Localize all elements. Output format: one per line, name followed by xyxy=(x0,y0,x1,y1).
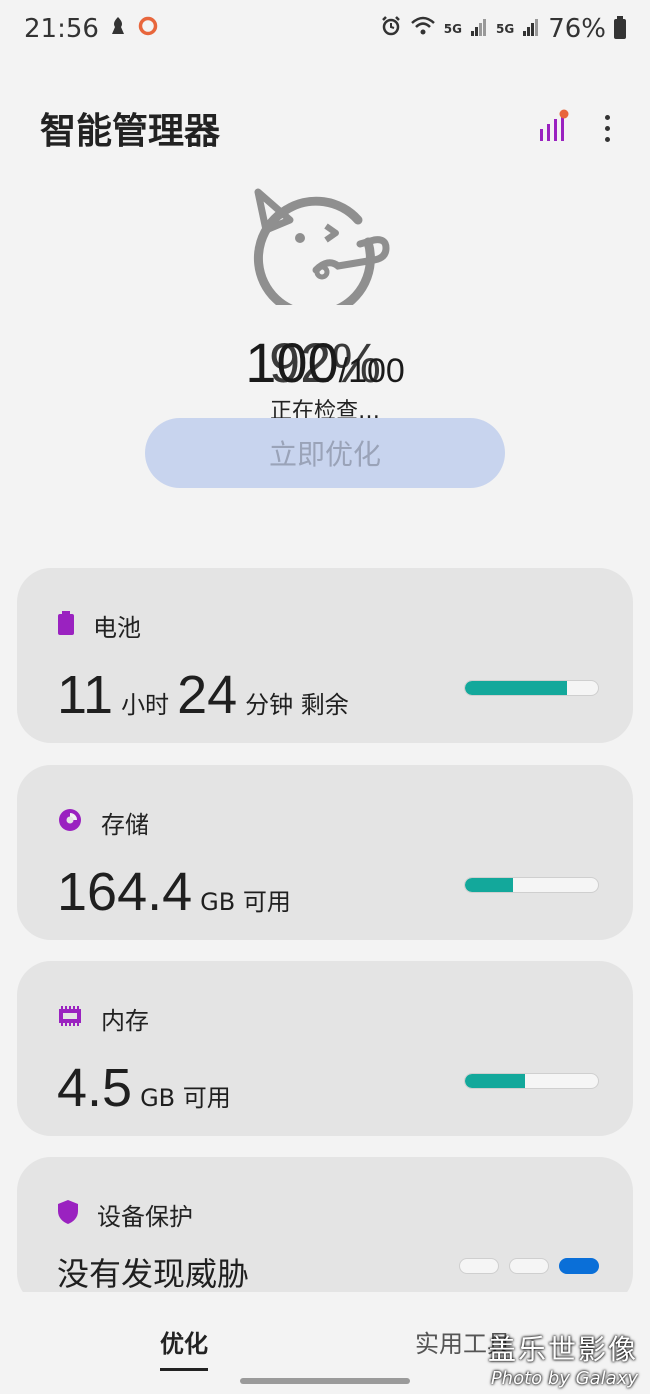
page-title: 智能管理器 xyxy=(40,111,221,152)
indicator-step xyxy=(509,1258,549,1274)
home-indicator[interactable] xyxy=(240,1378,410,1384)
battery-hours: 11 xyxy=(57,665,114,725)
battery-percent: 76% xyxy=(548,14,606,44)
device-protection-card[interactable]: 设备保护 没有发现威胁 xyxy=(17,1157,633,1307)
signal-icon xyxy=(470,14,488,44)
signal-icon-2 xyxy=(522,14,540,44)
storage-card-label: 存储 xyxy=(101,811,149,839)
report-chart-icon[interactable] xyxy=(537,109,569,147)
notification-icon xyxy=(109,14,127,44)
score-display: 100/100 92% xyxy=(0,330,650,395)
status-face-illustration xyxy=(0,180,650,319)
network-type-label-2: 5G xyxy=(496,22,515,36)
memory-unit: GB 可用 xyxy=(140,1084,231,1112)
shield-icon xyxy=(57,1199,79,1231)
battery-icon xyxy=(57,610,75,641)
memory-card[interactable]: 内存 4.5 GB 可用 xyxy=(17,961,633,1136)
battery-progress-bar xyxy=(464,680,599,696)
storage-progress-fill xyxy=(465,878,513,892)
battery-minutes: 24 xyxy=(177,665,238,725)
optimize-now-button[interactable]: 立即优化 xyxy=(145,418,505,488)
battery-card-label: 电池 xyxy=(93,614,141,642)
battery-progress-fill xyxy=(465,681,568,695)
protection-status: 没有发现威胁 xyxy=(57,1255,250,1293)
battery-minutes-unit: 分钟 剩余 xyxy=(245,691,349,719)
memory-card-label: 内存 xyxy=(101,1007,149,1035)
memory-progress-fill xyxy=(465,1074,525,1088)
storage-card[interactable]: 存储 164.4 GB 可用 xyxy=(17,765,633,940)
pie-chart-icon xyxy=(57,807,83,839)
network-type-label: 5G xyxy=(443,22,462,36)
ring-icon xyxy=(137,14,159,44)
memory-value: 4.5 xyxy=(57,1058,133,1118)
battery-card[interactable]: 电池 11 小时 24 分钟 剩余 xyxy=(17,568,633,743)
indicator-step xyxy=(459,1258,499,1274)
galaxy-watermark: 盖乐世影像 Photo by Galaxy xyxy=(488,1328,638,1389)
battery-hours-unit: 小时 xyxy=(121,691,170,719)
memory-chip-icon xyxy=(57,1005,83,1033)
watermark-en: Photo by Galaxy xyxy=(490,1368,638,1389)
status-time: 21:56 xyxy=(24,14,99,44)
protection-card-label: 设备保护 xyxy=(97,1203,193,1231)
storage-unit: GB 可用 xyxy=(200,888,291,916)
app-header: 智能管理器 xyxy=(0,88,650,168)
party-face-icon xyxy=(253,188,390,319)
wifi-icon xyxy=(410,14,436,44)
memory-progress-bar xyxy=(464,1073,599,1089)
storage-value: 164.4 xyxy=(57,862,193,922)
watermark-cn: 盖乐世影像 xyxy=(487,1333,638,1366)
scan-progress-indicator xyxy=(459,1258,599,1274)
more-options-icon[interactable] xyxy=(605,114,610,142)
status-battery-icon xyxy=(614,16,626,39)
alarm-icon xyxy=(380,14,402,44)
indicator-step-active xyxy=(559,1258,599,1274)
score-transition-overlay: 92% xyxy=(268,331,382,394)
tab-optimize[interactable]: 优化 xyxy=(160,1324,208,1371)
storage-progress-bar xyxy=(464,877,599,893)
status-bar: 21:56 5G 5G 76% xyxy=(0,0,650,58)
